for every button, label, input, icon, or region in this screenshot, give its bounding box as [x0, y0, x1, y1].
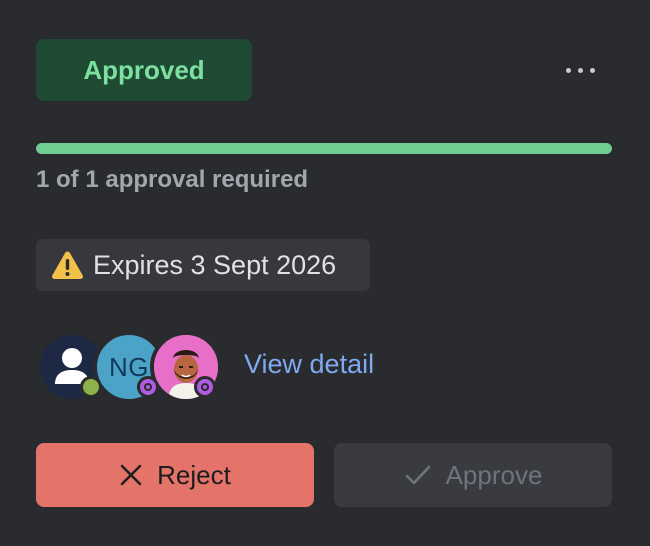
expiry-text: Expires 3 Sept 2026 [93, 249, 337, 280]
approve-button-label: Approve [445, 459, 543, 490]
ring-status-icon [194, 376, 216, 398]
view-detail-link[interactable]: View detail [244, 349, 374, 380]
approval-progress-bar [36, 143, 612, 154]
ring-status-icon [137, 376, 159, 398]
check-icon [405, 465, 430, 485]
more-options-button[interactable] [556, 54, 604, 86]
more-options-icon-dot [577, 67, 583, 73]
approval-progress-label: 1 of 1 approval required [36, 166, 309, 193]
reject-button-label: Reject [157, 459, 231, 490]
approver-avatars[interactable]: NG [36, 331, 226, 403]
status-badge: Approved [36, 39, 252, 101]
approval-progress-fill [36, 143, 612, 154]
reject-button[interactable]: Reject [36, 443, 314, 507]
close-icon [120, 464, 142, 486]
warning-icon [52, 251, 83, 279]
expiry-chip: Expires 3 Sept 2026 [36, 239, 370, 291]
more-options-icon [565, 67, 571, 73]
approve-button[interactable]: Approve [334, 443, 612, 507]
more-options-icon-dot [589, 67, 595, 73]
approval-card: Approved 1 of 1 approval required Expire… [0, 0, 650, 546]
online-status-icon [80, 376, 102, 398]
